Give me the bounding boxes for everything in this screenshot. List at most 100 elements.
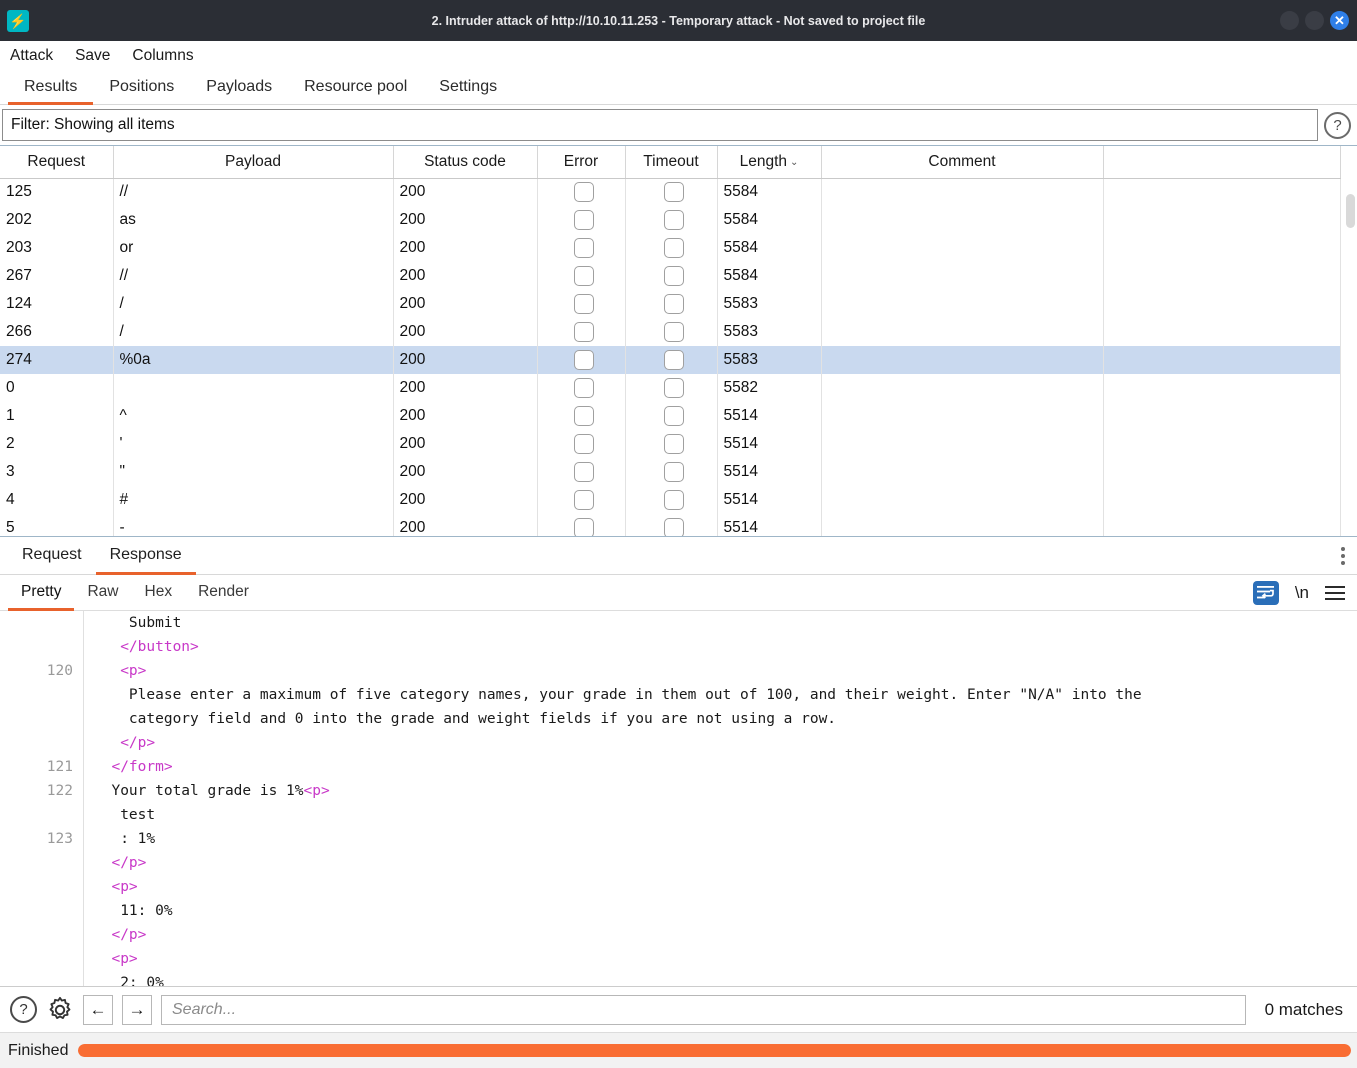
timeout-checkbox[interactable]	[664, 266, 684, 286]
error-cell	[537, 290, 626, 318]
tab-response[interactable]: Response	[95, 537, 196, 575]
timeout-checkbox[interactable]	[664, 350, 684, 370]
table-row[interactable]: 5-200 5514	[0, 514, 1341, 536]
cell-status-code: 200	[393, 514, 538, 536]
table-header-row: Request Payload Status code Error Timeou…	[0, 146, 1341, 179]
tab-results[interactable]: Results	[8, 71, 94, 105]
timeout-cell	[625, 374, 718, 402]
timeout-checkbox[interactable]	[664, 518, 684, 536]
col-header-payload[interactable]: Payload	[113, 146, 394, 179]
error-checkbox[interactable]	[574, 462, 594, 482]
hamburger-menu-icon[interactable]	[1325, 585, 1345, 600]
line-number	[0, 707, 73, 731]
table-row[interactable]: 124/200 5583	[0, 290, 1341, 318]
tab-resource-pool[interactable]: Resource pool	[288, 71, 423, 105]
timeout-checkbox[interactable]	[664, 378, 684, 398]
line-number	[0, 803, 73, 827]
table-row[interactable]: 4 #200 5514	[0, 486, 1341, 514]
timeout-checkbox[interactable]	[664, 406, 684, 426]
menu-item-save[interactable]: Save	[75, 47, 110, 65]
results-vertical-scrollbar[interactable]	[1346, 194, 1355, 228]
col-header-comment[interactable]: Comment	[821, 146, 1104, 179]
tab-request[interactable]: Request	[8, 537, 96, 575]
timeout-checkbox[interactable]	[664, 238, 684, 258]
error-cell	[537, 234, 626, 262]
cell-status-code: 200	[393, 430, 538, 458]
table-row[interactable]: 125//200 5584	[0, 178, 1341, 206]
search-next-button[interactable]: →	[122, 994, 152, 1025]
cell-spacer	[1103, 262, 1341, 290]
window-controls: ✕	[1280, 0, 1349, 41]
html-tag-token: <p>	[94, 951, 138, 967]
timeout-checkbox[interactable]	[664, 434, 684, 454]
table-row[interactable]: 202 as 200 5584	[0, 206, 1341, 234]
code-line: 11: 0%	[94, 899, 1357, 923]
col-header-request[interactable]: Request	[0, 146, 114, 179]
error-checkbox[interactable]	[574, 490, 594, 510]
table-row[interactable]: 274 %0a 200 5583	[0, 346, 1341, 374]
error-checkbox[interactable]	[574, 266, 594, 286]
cell-length: 5584	[717, 262, 822, 290]
col-header-length[interactable]: Length ⌄	[717, 146, 822, 179]
help-icon[interactable]: ?	[1324, 111, 1351, 139]
error-checkbox[interactable]	[574, 378, 594, 398]
error-checkbox[interactable]	[574, 406, 594, 426]
minimize-button[interactable]	[1280, 11, 1299, 30]
col-header-error[interactable]: Error	[537, 146, 626, 179]
html-tag-token: <p>	[94, 879, 138, 895]
word-wrap-icon[interactable]	[1252, 580, 1279, 605]
gear-icon[interactable]	[46, 996, 74, 1024]
response-body-viewer[interactable]: 120 121 122 123 Submit </button> <p> Please…	[0, 611, 1357, 986]
timeout-checkbox[interactable]	[664, 462, 684, 482]
error-checkbox[interactable]	[574, 350, 594, 370]
timeout-checkbox[interactable]	[664, 322, 684, 342]
error-checkbox[interactable]	[574, 294, 594, 314]
tab-render[interactable]: Render	[185, 575, 262, 611]
close-button[interactable]: ✕	[1330, 11, 1349, 30]
table-row[interactable]: 3 " 200 5514	[0, 458, 1341, 486]
table-row[interactable]: 267//200 5584	[0, 262, 1341, 290]
maximize-button[interactable]	[1305, 11, 1324, 30]
menu-item-attack[interactable]: Attack	[10, 47, 53, 65]
cell-request: 203	[0, 234, 114, 262]
table-row[interactable]: 2 ' 200 5514	[0, 430, 1341, 458]
col-header-timeout[interactable]: Timeout	[625, 146, 718, 179]
tab-settings[interactable]: Settings	[423, 71, 513, 105]
error-checkbox[interactable]	[574, 322, 594, 342]
table-row[interactable]: 1 ^ 200 5514	[0, 402, 1341, 430]
error-checkbox[interactable]	[574, 238, 594, 258]
tab-payloads[interactable]: Payloads	[190, 71, 288, 105]
tab-pretty[interactable]: Pretty	[8, 575, 75, 611]
table-row[interactable]: 203 or 200 5584	[0, 234, 1341, 262]
table-row[interactable]: 266/200 5583	[0, 318, 1341, 346]
error-checkbox[interactable]	[574, 518, 594, 536]
error-cell	[537, 486, 626, 514]
search-input[interactable]: Search...	[161, 994, 1246, 1025]
cell-spacer	[1103, 374, 1341, 402]
error-checkbox[interactable]	[574, 434, 594, 454]
timeout-checkbox[interactable]	[664, 490, 684, 510]
newline-icon[interactable]: \n	[1295, 583, 1309, 603]
code-line: </form>	[94, 755, 1357, 779]
filter-input[interactable]: Filter: Showing all items	[2, 109, 1318, 141]
menu-bar: Attack Save Columns	[0, 41, 1357, 71]
tab-hex[interactable]: Hex	[132, 575, 186, 611]
error-checkbox[interactable]	[574, 210, 594, 230]
table-row[interactable]: 0 200 5582	[0, 374, 1341, 402]
code-line: Your total grade is 1%<p>	[94, 779, 1357, 803]
cell-request: 2	[0, 430, 114, 458]
text-token: 2: 0%	[94, 975, 164, 986]
timeout-checkbox[interactable]	[664, 182, 684, 203]
timeout-checkbox[interactable]	[664, 294, 684, 314]
more-options-icon[interactable]	[1341, 537, 1345, 574]
tab-positions[interactable]: Positions	[93, 71, 190, 105]
col-header-status-code[interactable]: Status code	[393, 146, 538, 179]
error-checkbox[interactable]	[574, 182, 594, 203]
cell-status-code: 200	[393, 234, 538, 262]
cell-comment	[821, 206, 1104, 234]
search-help-icon[interactable]: ?	[10, 996, 37, 1023]
timeout-checkbox[interactable]	[664, 210, 684, 230]
tab-raw[interactable]: Raw	[74, 575, 131, 611]
menu-item-columns[interactable]: Columns	[132, 47, 193, 65]
search-prev-button[interactable]: ←	[83, 994, 113, 1025]
